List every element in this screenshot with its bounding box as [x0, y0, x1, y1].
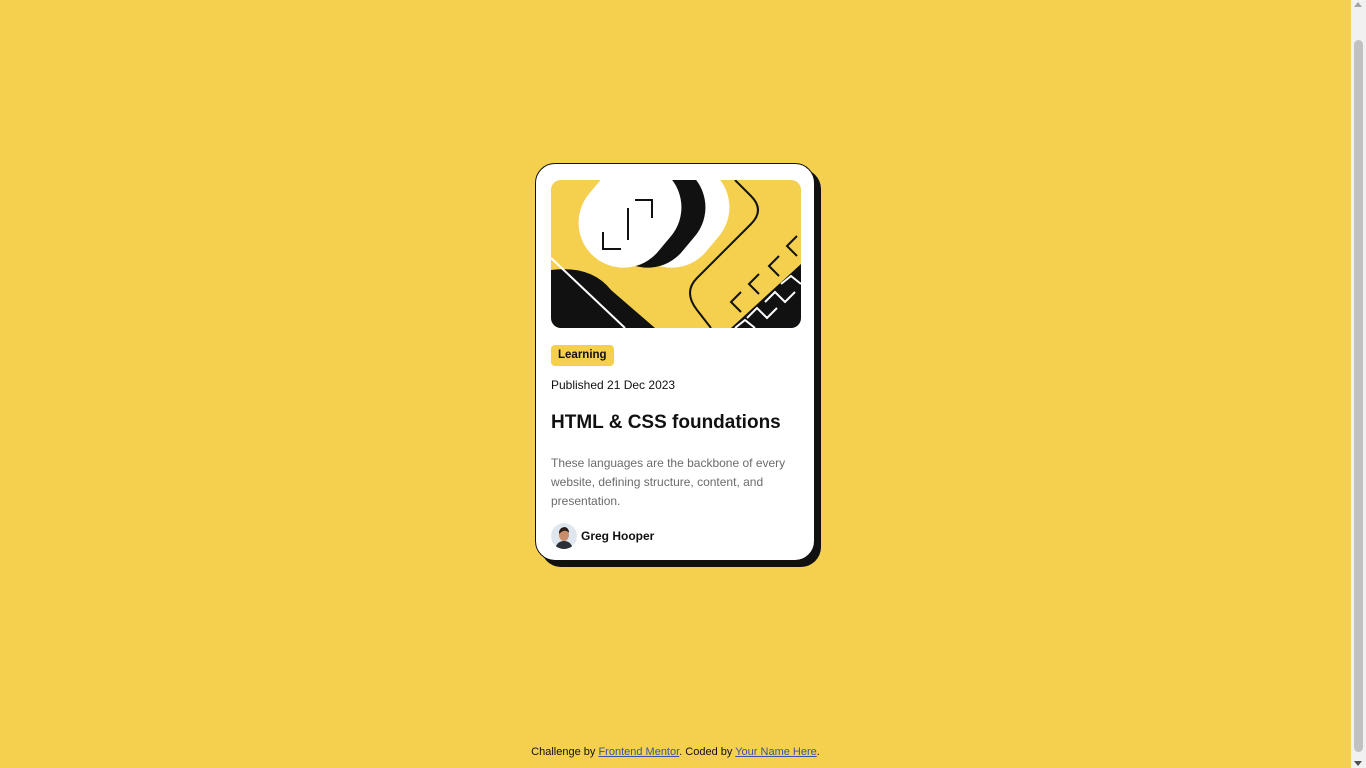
blog-preview-card: Learning Published 21 Dec 2023 HTML & CS…: [535, 163, 815, 561]
card-title[interactable]: HTML & CSS foundations: [551, 412, 799, 434]
published-date: Published 21 Dec 2023: [551, 378, 676, 392]
attribution-middle: . Coded by: [679, 746, 736, 758]
scroll-down-arrow-icon[interactable]: [1354, 761, 1362, 766]
scroll-up-arrow-icon[interactable]: [1354, 2, 1362, 7]
vertical-scrollbar[interactable]: [1351, 0, 1366, 768]
avatar: [551, 523, 577, 549]
attribution: Challenge by Frontend Mentor. Coded by Y…: [0, 746, 1351, 758]
scrollbar-thumb[interactable]: [1354, 40, 1363, 752]
author-name: Greg Hooper: [581, 529, 655, 543]
category-tag: Learning: [551, 345, 614, 366]
attribution-suffix: .: [816, 746, 820, 758]
author: Greg Hooper: [551, 523, 799, 549]
card-description: These languages are the backbone of ever…: [551, 456, 786, 508]
attribution-prefix: Challenge by: [531, 746, 599, 758]
frontend-mentor-link[interactable]: Frontend Mentor: [598, 746, 679, 758]
hero-illustration: [551, 180, 801, 328]
author-link[interactable]: Your Name Here: [735, 746, 817, 758]
page: Learning Published 21 Dec 2023 HTML & CS…: [0, 0, 1366, 768]
